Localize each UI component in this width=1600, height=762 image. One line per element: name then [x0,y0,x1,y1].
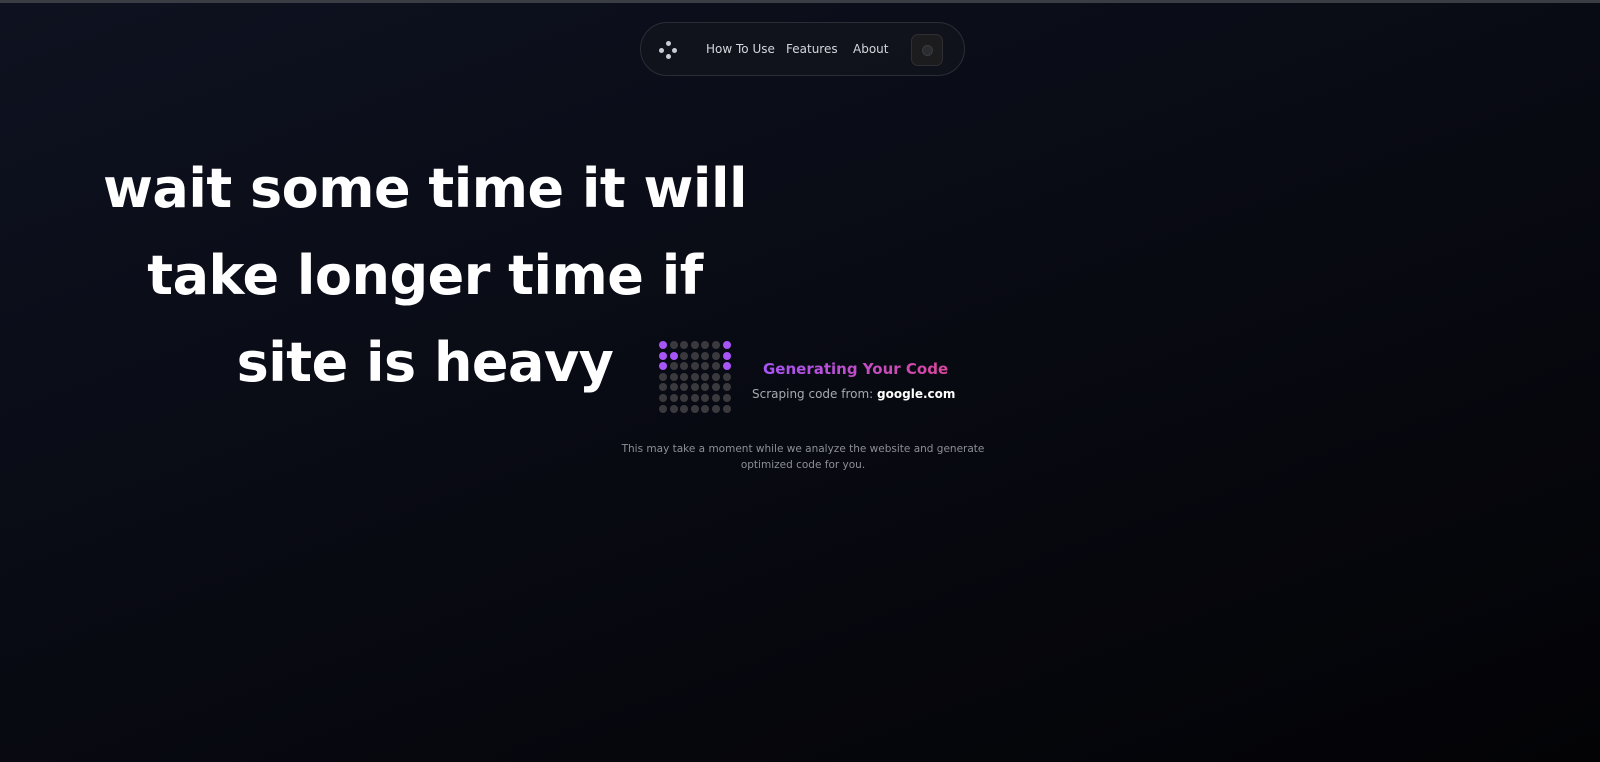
loader-dot [680,372,689,381]
loader-dot [701,383,710,392]
loader-dot [722,393,731,402]
loader-dot [690,351,699,360]
loader-dot [711,372,720,381]
loader-dot [711,351,720,360]
loader-dot [669,372,678,381]
loader-dot [690,404,699,413]
loader-dot [701,372,710,381]
loader-dot [659,341,667,349]
loader-dot [722,362,731,371]
theme-toggle-button[interactable] [911,34,943,66]
loader-dot [701,341,710,349]
nav-link-about[interactable]: About [853,42,888,56]
generating-title: Generating Your Code [763,360,949,378]
loader-dot [690,393,699,402]
loader-dot [680,341,689,349]
loader-dot [711,393,720,402]
loader-dot [680,351,689,360]
loader-dot [669,362,678,371]
loader-dot [680,383,689,392]
loader-dot [690,362,699,371]
loader-dot [722,383,731,392]
loader-dot [680,393,689,402]
nav-link-features[interactable]: Features [786,42,838,56]
loader-dot [669,393,678,402]
scrape-status: Scraping code from: google.com [752,387,955,401]
loader-dot [659,383,667,392]
loader-dot [680,404,689,413]
loader-dot [690,383,699,392]
loader-dot [690,372,699,381]
loader-dot [711,362,720,371]
loader-dot [722,341,731,349]
dot-matrix-loader-icon [659,341,741,423]
loader-dot [711,341,720,349]
loader-dot [680,362,689,371]
moon-icon [922,45,933,56]
loader-dot [669,383,678,392]
loading-note: This may take a moment while we analyze … [621,443,985,471]
nav-link-how-to-use[interactable]: How To Use [706,42,775,56]
loader-dot [722,404,731,413]
four-dots-logo-icon[interactable] [659,41,677,59]
loader-dot [669,404,678,413]
loader-dot [669,341,678,349]
loader-dot [701,404,710,413]
loader-dot [701,362,710,371]
loader-dot [659,372,667,381]
scrape-prefix: Scraping code from: [752,387,874,401]
window-top-border [0,0,1600,3]
loader-dot [659,404,667,413]
loader-dot [669,351,678,360]
loader-dot [659,362,667,371]
loader-dot [690,341,699,349]
loader-dot [711,383,720,392]
loader-dot [659,393,667,402]
scrape-domain: google.com [877,387,956,401]
loader-dot [722,372,731,381]
loader-dot [701,351,710,360]
loader-dot [701,393,710,402]
loader-dot [711,404,720,413]
loader-dot [722,351,731,360]
navbar: How To Use Features About [640,22,965,76]
loader-dot [659,351,667,360]
